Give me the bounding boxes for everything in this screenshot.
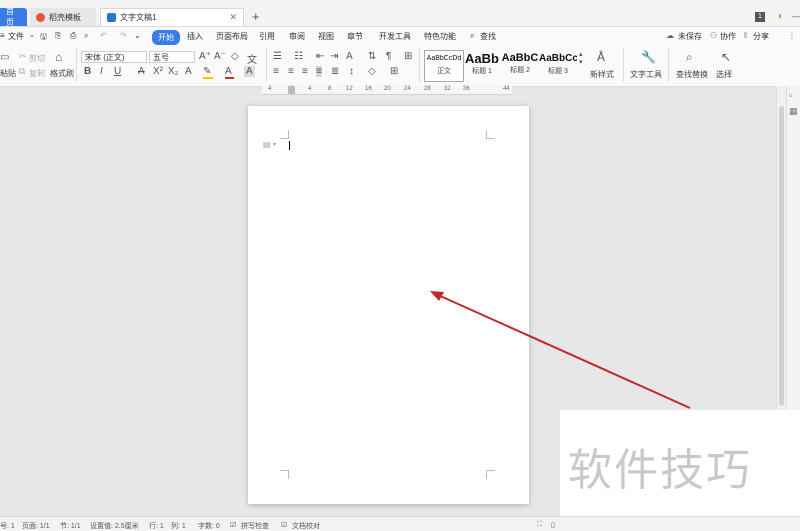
status-bar: 号: 1 页面: 1/1 节: 1/1 设置值: 2.5厘米 行: 1 列: 1… (0, 516, 800, 531)
fullscreen-icon[interactable]: ⛶ (537, 521, 542, 529)
spell-check-icon[interactable]: ☑ (230, 521, 236, 529)
page-view-icon[interactable]: ▯ (551, 521, 555, 529)
watermark-box: 软件技巧 (560, 410, 800, 520)
watermark-text: 软件技巧 (568, 445, 752, 496)
proofread-icon[interactable]: ☑ (281, 521, 287, 529)
